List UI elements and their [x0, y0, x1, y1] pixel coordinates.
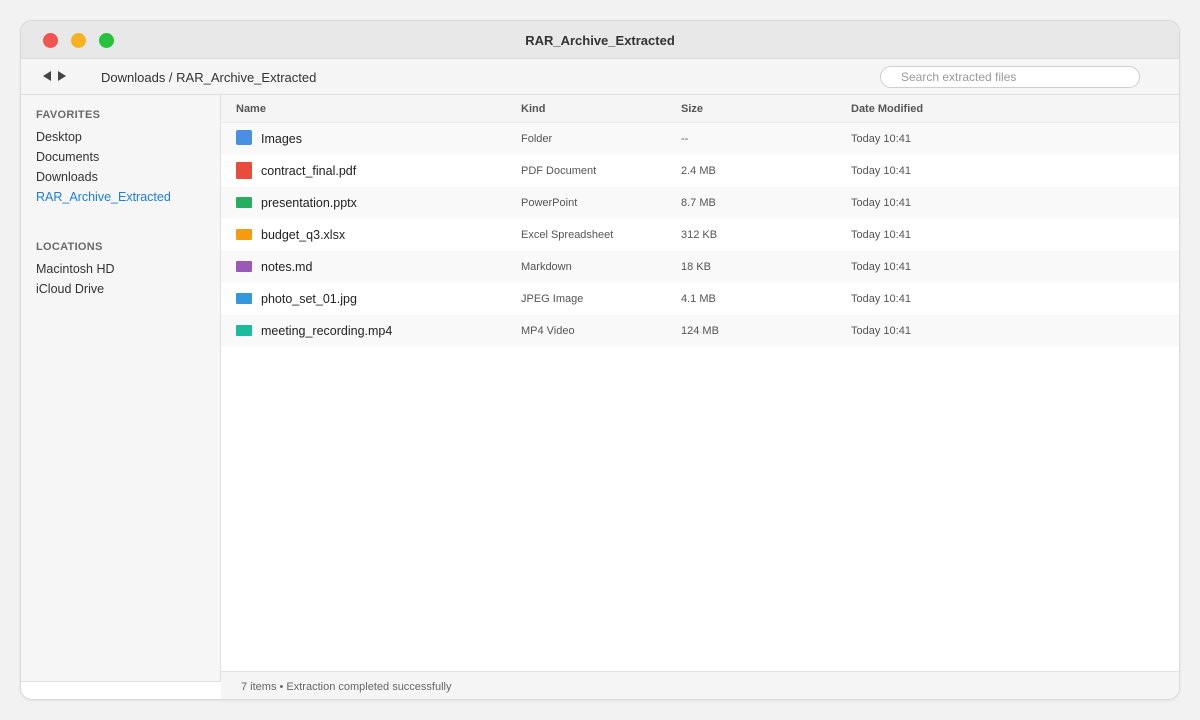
sidebar-header-favorites: FAVORITES: [36, 109, 101, 121]
file-date-cell: Today 10:41: [851, 229, 911, 241]
column-header-row: Name Kind Size Date Modified: [221, 95, 1179, 124]
file-row[interactable]: photo_set_01.jpg JPEG Image 4.1 MB Today 10…: [221, 283, 1179, 315]
markdown-file-icon: [236, 261, 252, 272]
window-title: RAR_Archive_Extracted: [525, 33, 675, 48]
file-row[interactable]: presentation.pptx PowerPoint 8.7 MB Today 1…: [221, 187, 1179, 219]
file-name-cell: photo_set_01.jpg: [261, 292, 357, 306]
file-size-cell: 18 KB: [681, 261, 711, 273]
image-file-icon: [236, 293, 252, 304]
forward-button[interactable]: [56, 69, 68, 83]
sidebar-item-rar-archive-extracted[interactable]: RAR_Archive_Extracted: [36, 190, 171, 204]
file-name-cell: budget_q3.xlsx: [261, 228, 346, 242]
title-bar: RAR_Archive_Extracted: [21, 21, 1179, 59]
file-row[interactable]: notes.md Markdown 18 KB Today 10:41: [221, 251, 1179, 283]
file-name-cell: contract_final.pdf: [261, 164, 357, 178]
file-date-cell: Today 10:41: [851, 165, 911, 177]
column-header-name[interactable]: Name: [236, 95, 266, 124]
file-size-cell: 8.7 MB: [681, 197, 716, 209]
folder-icon: [236, 130, 252, 145]
file-size-cell: --: [681, 133, 689, 145]
file-size-cell: 124 MB: [681, 325, 719, 337]
column-header-kind[interactable]: Kind: [521, 95, 545, 124]
file-list: Name Kind Size Date Modified Images Folde…: [221, 95, 1179, 671]
file-date-cell: Today 10:41: [851, 293, 911, 305]
finder-window: RAR_Archive_Extracted Downloads / RAR_Ar…: [20, 20, 1180, 700]
file-size-cell: 4.1 MB: [681, 293, 716, 305]
sidebar-item-icloud-drive[interactable]: iCloud Drive: [36, 282, 104, 296]
file-kind-cell: Markdown: [521, 261, 572, 273]
breadcrumb: Downloads / RAR_Archive_Extracted: [101, 70, 317, 85]
sidebar-header-locations: LOCATIONS: [36, 241, 103, 253]
file-kind-cell: JPEG Image: [521, 293, 584, 305]
back-button[interactable]: [41, 69, 53, 83]
search-input[interactable]: [880, 66, 1140, 88]
sidebar-footer: [21, 681, 221, 699]
file-name-cell: Images: [261, 132, 302, 146]
file-row[interactable]: budget_q3.xlsx Excel Spreadsheet 312 KB Tod…: [221, 219, 1179, 251]
file-size-cell: 312 KB: [681, 229, 718, 241]
file-name-cell: notes.md: [261, 260, 313, 274]
file-kind-cell: Folder: [521, 133, 553, 145]
pdf-file-icon: [236, 162, 252, 179]
file-date-cell: Today 10:41: [851, 325, 911, 337]
spreadsheet-file-icon: [236, 229, 252, 240]
column-header-date-modified[interactable]: Date Modified: [851, 95, 923, 124]
file-size-cell: 2.4 MB: [681, 165, 716, 177]
triangle-right-icon: [58, 71, 66, 81]
file-kind-cell: MP4 Video: [521, 325, 575, 337]
sidebar-item-downloads[interactable]: Downloads: [36, 170, 98, 184]
status-text: 7 items • Extraction completed successfu…: [241, 681, 452, 693]
file-row[interactable]: contract_final.pdf PDF Document 2.4 MB Toda…: [221, 155, 1179, 187]
toolbar: Downloads / RAR_Archive_Extracted: [21, 59, 1179, 95]
file-kind-cell: Excel Spreadsheet: [521, 229, 614, 241]
file-date-cell: Today 10:41: [851, 261, 911, 273]
sidebar-item-desktop[interactable]: Desktop: [36, 130, 82, 144]
file-kind-cell: PowerPoint: [521, 197, 578, 209]
status-bar: 7 items • Extraction completed successfu…: [221, 671, 1179, 699]
file-row[interactable]: meeting_recording.mp4 MP4 Video 124 MB Toda…: [221, 315, 1179, 347]
triangle-left-icon: [43, 71, 51, 81]
file-row[interactable]: Images Folder -- Today 10:41: [221, 123, 1179, 155]
column-header-size[interactable]: Size: [681, 95, 703, 124]
file-date-cell: Today 10:41: [851, 197, 911, 209]
file-kind-cell: PDF Document: [521, 165, 597, 177]
powerpoint-file-icon: [236, 197, 252, 208]
file-date-cell: Today 10:41: [851, 133, 911, 145]
file-name-cell: meeting_recording.mp4: [261, 324, 393, 338]
sidebar: FAVORITES Desktop Documents Downloads RA…: [21, 95, 221, 681]
file-name-cell: presentation.pptx: [261, 196, 357, 210]
sidebar-item-documents[interactable]: Documents: [36, 150, 99, 164]
sidebar-item-macintosh-hd[interactable]: Macintosh HD: [36, 262, 115, 276]
video-file-icon: [236, 325, 252, 336]
